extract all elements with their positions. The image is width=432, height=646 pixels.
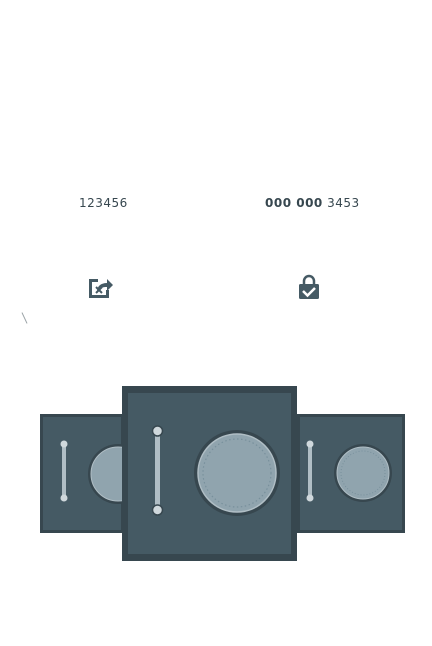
share-button[interactable] xyxy=(86,273,114,301)
code-left-text: 123456 xyxy=(79,196,128,210)
lock-check-icon xyxy=(299,274,319,299)
vault-safe-icon xyxy=(122,386,297,561)
code-right: 000 000 3453 xyxy=(265,196,360,210)
safe-right[interactable] xyxy=(297,414,405,533)
stray-mark xyxy=(21,312,28,324)
code-right-bold: 000 000 xyxy=(265,196,323,210)
safe-center[interactable] xyxy=(122,386,297,561)
share-out-icon xyxy=(89,279,113,298)
verify-button[interactable] xyxy=(295,273,323,301)
code-left: 123456 xyxy=(79,196,128,210)
code-right-rest: 3453 xyxy=(327,196,360,210)
vault-safe-icon xyxy=(40,414,124,533)
vault-safe-icon xyxy=(297,414,405,533)
safe-left[interactable] xyxy=(40,414,124,533)
